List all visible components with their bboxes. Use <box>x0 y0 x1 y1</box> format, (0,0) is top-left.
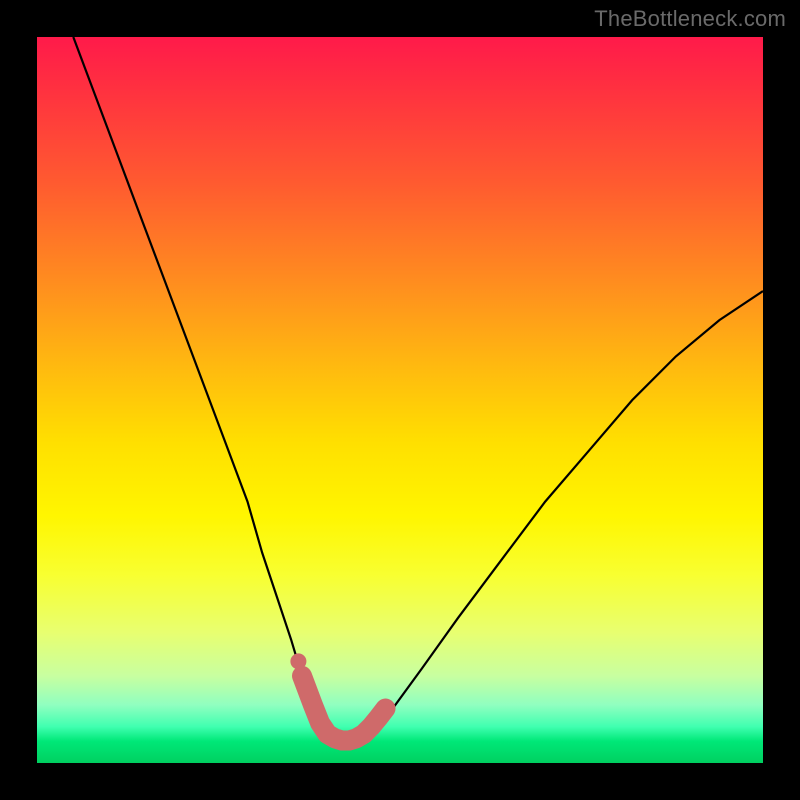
watermark-text: TheBottleneck.com <box>594 6 786 32</box>
curve-layer <box>37 37 763 763</box>
bottleneck-min-marker <box>302 676 386 741</box>
plot-area <box>37 37 763 763</box>
bottleneck-curve <box>73 37 763 741</box>
chart-frame: TheBottleneck.com <box>0 0 800 800</box>
bottleneck-min-dot <box>290 653 306 669</box>
